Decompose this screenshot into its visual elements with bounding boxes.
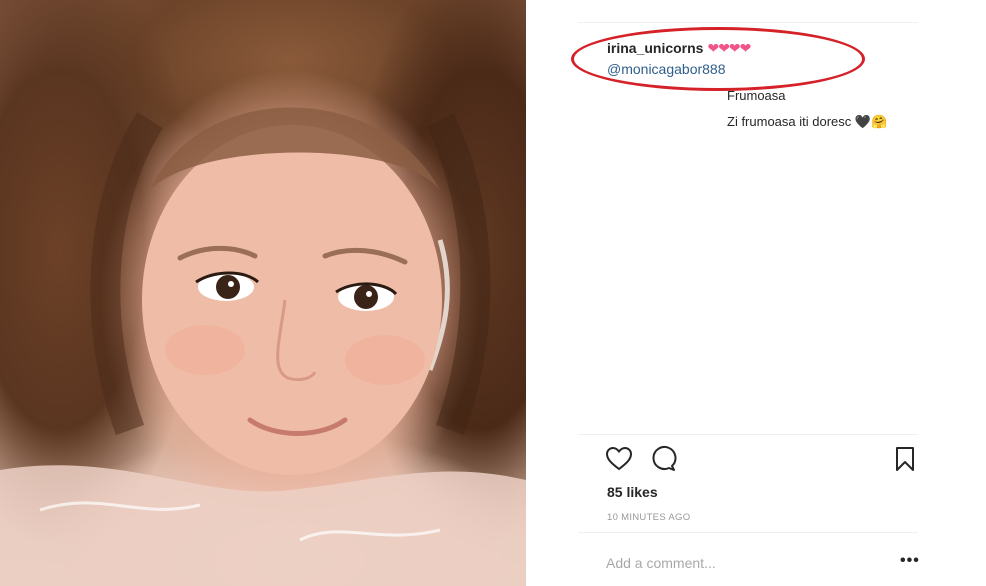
comment-text: Zi frumoasa iti doresc 🖤🤗 xyxy=(727,114,888,129)
comment-divider xyxy=(578,532,918,533)
likes-count[interactable]: 85 likes xyxy=(607,484,658,500)
photo-illustration xyxy=(0,107,526,586)
save-button[interactable] xyxy=(891,445,919,473)
add-comment-input[interactable] xyxy=(606,552,866,574)
header-divider xyxy=(578,22,918,23)
actions-divider xyxy=(578,434,918,435)
like-button[interactable] xyxy=(605,445,633,473)
heart-icon xyxy=(605,446,633,471)
bookmark-icon xyxy=(896,447,914,471)
annotation-ellipse xyxy=(571,27,865,91)
comment-text: Frumoasa xyxy=(727,88,786,103)
comment-bubble-icon xyxy=(652,446,677,471)
more-options-button[interactable]: ••• xyxy=(900,552,920,570)
post-photo xyxy=(0,0,526,586)
post-timestamp[interactable]: 10 MINUTES AGO xyxy=(607,512,690,523)
comment-button[interactable] xyxy=(649,445,677,473)
